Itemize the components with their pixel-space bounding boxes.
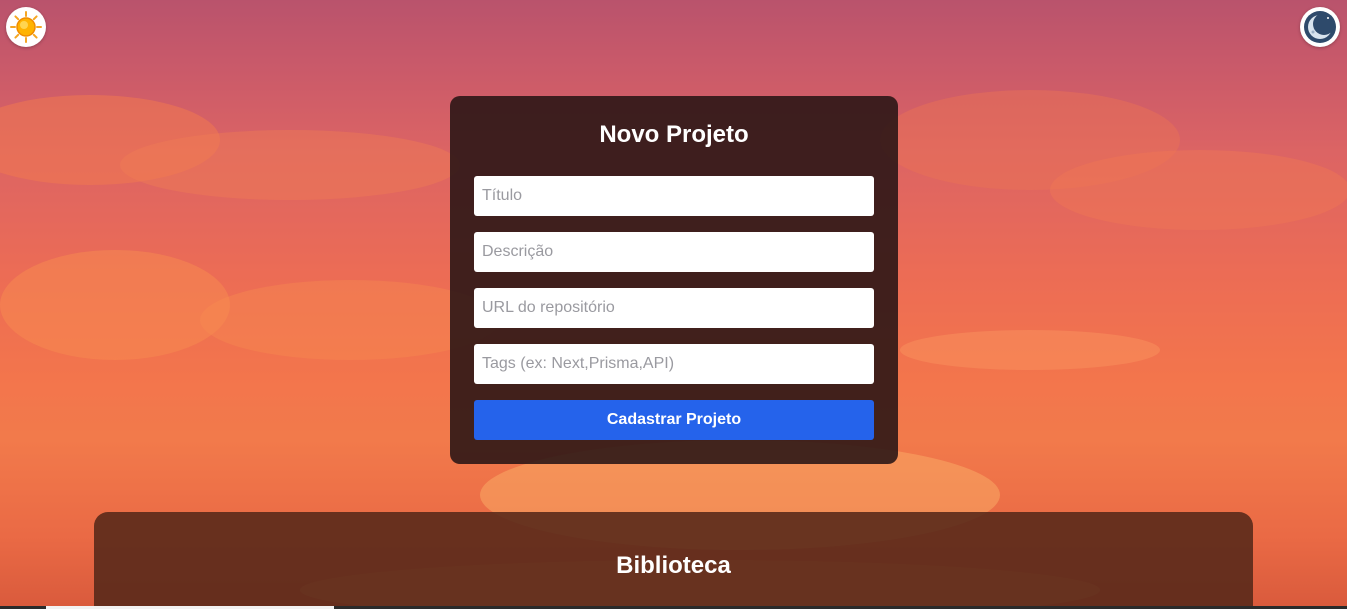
library-section: Biblioteca xyxy=(94,512,1253,609)
moon-icon xyxy=(1304,11,1336,43)
repository-url-input[interactable] xyxy=(474,288,874,328)
title-input[interactable] xyxy=(474,176,874,216)
background-cloud xyxy=(0,95,220,185)
dark-theme-button[interactable] xyxy=(1300,7,1340,47)
background-cloud xyxy=(120,130,460,200)
register-project-button[interactable]: Cadastrar Projeto xyxy=(474,400,874,440)
new-project-form: Novo Projeto Cadastrar Projeto xyxy=(450,96,898,464)
background-cloud xyxy=(0,250,230,360)
background-cloud xyxy=(900,330,1160,370)
library-title: Biblioteca xyxy=(616,552,731,579)
tags-input[interactable] xyxy=(474,344,874,384)
description-input[interactable] xyxy=(474,232,874,272)
background-cloud xyxy=(1050,150,1347,230)
sun-icon xyxy=(10,11,42,43)
background-cloud xyxy=(880,90,1180,190)
light-theme-button[interactable] xyxy=(6,7,46,47)
form-title: Novo Projeto xyxy=(599,121,749,148)
